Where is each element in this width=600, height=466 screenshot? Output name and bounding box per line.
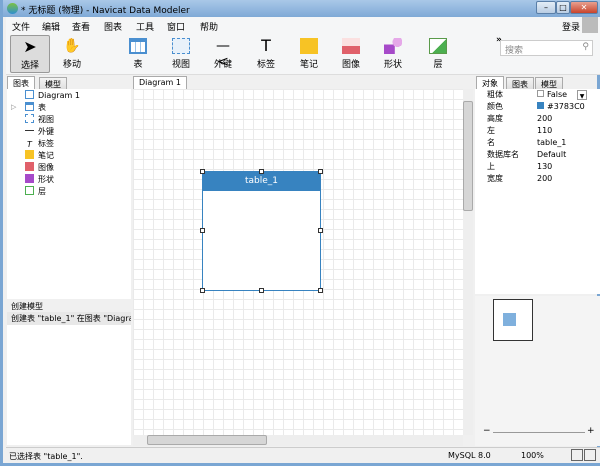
view-icon — [172, 38, 190, 54]
tree-item-view[interactable]: 视图 — [25, 114, 54, 126]
tool-select[interactable]: ➤ 选择 — [10, 35, 50, 73]
table-entity[interactable]: table_1 — [202, 171, 321, 291]
pointer-icon: ➤ — [23, 37, 37, 56]
diagram-tree: Diagram 1 表 视图 外键 T 标签 笔记 图像 形状 层 ▷ — [7, 89, 131, 299]
resize-handle[interactable] — [318, 288, 323, 293]
search-input[interactable]: 搜索 ⚲ — [500, 40, 593, 56]
status-database: MySQL 8.0 — [448, 451, 491, 460]
tree-item-image[interactable]: 图像 — [25, 162, 54, 174]
tab-object[interactable]: 对象 — [476, 76, 504, 89]
tree-item-foreign-key[interactable]: 外键 — [25, 126, 54, 138]
app-window: * 无标题 (物理) - Navicat Data Modeler – □ ✕ … — [0, 0, 600, 466]
tool-view[interactable]: 视图 — [161, 35, 201, 73]
resize-handle[interactable] — [259, 169, 264, 174]
tool-note[interactable]: 笔记 — [289, 35, 329, 73]
property-row[interactable]: 宽度 200 — [475, 173, 587, 185]
tool-label[interactable]: T 标签 — [246, 35, 286, 73]
tree-item-diagram[interactable]: Diagram 1 — [25, 90, 80, 102]
tree-item-table[interactable]: 表 — [25, 102, 46, 114]
image-icon — [342, 38, 360, 54]
resize-handle[interactable] — [200, 288, 205, 293]
layout-toggle-button[interactable] — [571, 449, 583, 461]
zoom-slider[interactable] — [493, 432, 585, 433]
property-row[interactable]: 粗体 False ▼ — [475, 89, 587, 101]
table-icon — [129, 38, 147, 54]
tab-diagram-1[interactable]: Diagram 1 — [133, 76, 187, 89]
app-icon — [7, 3, 18, 14]
property-row[interactable]: 颜色 #3783C0 — [475, 101, 587, 113]
properties-panel: 粗体 False ▼ 颜色 #3783C0 高度 200 左 110 名 table_1 数… — [475, 89, 600, 294]
resize-handle[interactable] — [318, 228, 323, 233]
maximize-button[interactable]: □ — [556, 1, 570, 14]
history-title: 创建模型 — [11, 302, 43, 311]
menu-bar: 文件 编辑 查看 图表 工具 窗口 帮助 登录 — [6, 17, 600, 33]
tool-layer[interactable]: 层 — [418, 35, 458, 73]
table-title: table_1 — [203, 172, 320, 191]
tool-image[interactable]: 图像 — [331, 35, 371, 73]
foreign-key-icon: —< — [216, 38, 230, 70]
tab-diagram[interactable]: 图表 — [7, 76, 35, 89]
property-row[interactable]: 数据库名 Default — [475, 149, 587, 161]
resize-handle[interactable] — [259, 288, 264, 293]
title-bar: * 无标题 (物理) - Navicat Data Modeler – □ ✕ — [3, 0, 600, 17]
tool-move[interactable]: ✋ 移动 — [52, 35, 92, 73]
tree-item-shape[interactable]: 形状 — [25, 174, 54, 186]
note-icon — [300, 38, 318, 54]
status-bar: 已选择表 "table_1". MySQL 8.0 100% — [6, 447, 600, 463]
menu-tools[interactable]: 工具 — [136, 20, 154, 33]
history-item[interactable]: 创建表 "table_1" 在图表 "Diagram — [7, 312, 131, 325]
status-message: 已选择表 "table_1". — [9, 452, 83, 461]
avatar[interactable] — [582, 17, 598, 33]
resize-handle[interactable] — [318, 169, 323, 174]
overview-panel: − + — [475, 296, 600, 446]
property-row[interactable]: 高度 200 — [475, 113, 587, 125]
resize-handle[interactable] — [200, 169, 205, 174]
property-row[interactable]: 上 130 — [475, 161, 587, 173]
zoom-in-button[interactable]: + — [587, 426, 595, 436]
menu-view[interactable]: 查看 — [72, 20, 90, 33]
tool-table[interactable]: 表 — [118, 35, 158, 73]
shape-icon — [384, 38, 402, 54]
layer-icon — [429, 38, 447, 54]
menu-help[interactable]: 帮助 — [200, 20, 218, 33]
menu-window[interactable]: 窗口 — [167, 20, 185, 33]
status-zoom: 100% — [521, 451, 544, 460]
menu-diagram[interactable]: 图表 — [104, 20, 122, 33]
property-row[interactable]: 名 table_1 — [475, 137, 587, 149]
minimize-button[interactable]: – — [536, 1, 556, 14]
tool-shape[interactable]: 形状 — [373, 35, 413, 73]
layout-toggle-button[interactable] — [584, 449, 596, 461]
expand-arrow-icon[interactable]: ▷ — [11, 103, 16, 111]
login-link[interactable]: 登录 — [562, 20, 580, 33]
property-row[interactable]: 左 110 — [475, 125, 587, 137]
horizontal-scrollbar[interactable] — [133, 435, 463, 446]
tree-item-note[interactable]: 笔记 — [25, 150, 54, 162]
close-button[interactable]: ✕ — [570, 1, 598, 14]
window-title: * 无标题 (物理) - Navicat Data Modeler — [21, 6, 190, 16]
menu-file[interactable]: 文件 — [12, 20, 30, 33]
tree-item-layer[interactable]: 层 — [25, 186, 46, 198]
resize-handle[interactable] — [200, 228, 205, 233]
hand-icon: ✋ — [63, 38, 81, 54]
tree-item-label[interactable]: T 标签 — [25, 138, 54, 150]
dropdown-icon: ▼ — [577, 90, 587, 100]
search-icon: ⚲ — [582, 42, 589, 52]
history-list — [7, 325, 131, 445]
overview-viewport[interactable] — [493, 299, 533, 341]
menu-edit[interactable]: 编辑 — [42, 20, 60, 33]
label-icon: T — [261, 36, 271, 55]
diagram-canvas[interactable]: table_1 — [133, 89, 463, 435]
tool-foreign-key[interactable]: —< 外键 — [203, 35, 243, 73]
zoom-out-button[interactable]: − — [483, 426, 491, 436]
vertical-scrollbar[interactable] — [463, 89, 473, 435]
